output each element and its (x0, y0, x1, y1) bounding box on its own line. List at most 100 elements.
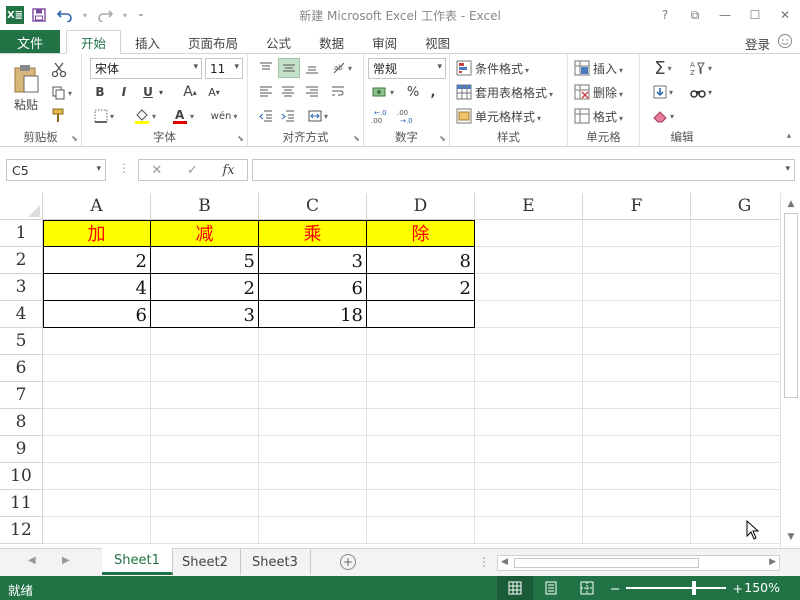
format-painter-button[interactable] (48, 106, 70, 126)
cell-b5[interactable] (151, 328, 259, 355)
cancel-entry-icon[interactable]: ✕ (151, 163, 162, 178)
normal-view-button[interactable] (497, 576, 533, 600)
shrink-font-button[interactable]: A ▾ (204, 82, 224, 102)
cell-e6[interactable] (475, 355, 583, 382)
decrease-decimal-button[interactable]: .00 →.0 (394, 106, 416, 126)
tab-view[interactable]: 视图 (411, 30, 464, 54)
cell-styles-button[interactable]: 单元格样式 (456, 106, 541, 126)
tab-formulas[interactable]: 公式 (252, 30, 305, 54)
sheet-tab-sheet1[interactable]: Sheet1 (102, 548, 173, 575)
align-left-button[interactable] (256, 82, 276, 102)
collapse-ribbon-icon[interactable] (774, 30, 796, 52)
cell-a12[interactable] (43, 517, 151, 544)
next-sheet-icon[interactable]: ▶ (62, 555, 70, 566)
column-header-g[interactable]: G (691, 193, 780, 220)
grow-font-button[interactable]: A ▴ (180, 82, 200, 102)
cell-a4[interactable]: 6 (43, 301, 151, 328)
cell-e12[interactable] (475, 517, 583, 544)
cell-c4[interactable]: 18 (259, 301, 367, 328)
cell-b7[interactable] (151, 382, 259, 409)
cell-a8[interactable] (43, 409, 151, 436)
cell-f3[interactable] (583, 274, 691, 301)
worksheet-grid[interactable]: A B C D E F G 1 加减乘除 2 2 5 3 8 3 4 2 6 2 4 6 3 18 5 6 7 8 9 10 11 12 (0, 193, 780, 548)
tab-file[interactable]: 文件 (0, 30, 60, 54)
cell-d11[interactable] (367, 490, 475, 517)
cell-a3[interactable]: 4 (43, 274, 151, 301)
cell-d1[interactable]: 除 (367, 220, 475, 247)
cell-c10[interactable] (259, 463, 367, 490)
cell-e8[interactable] (475, 409, 583, 436)
cell-e11[interactable] (475, 490, 583, 517)
column-header-d[interactable]: D (367, 193, 475, 220)
cell-a10[interactable] (43, 463, 151, 490)
row-header-11[interactable]: 11 (0, 490, 43, 517)
scroll-down-icon[interactable]: ▼ (784, 530, 798, 544)
cell-d2[interactable]: 8 (367, 247, 475, 274)
tab-data[interactable]: 数据 (305, 30, 358, 54)
cell-e3[interactable] (475, 274, 583, 301)
cell-g5[interactable] (691, 328, 780, 355)
wrap-text-button[interactable] (328, 82, 348, 102)
font-name-combo[interactable]: 宋体 ▾ (90, 58, 202, 79)
column-header-c[interactable]: C (259, 193, 367, 220)
cell-b9[interactable] (151, 436, 259, 463)
cell-c6[interactable] (259, 355, 367, 382)
row-header-6[interactable]: 6 (0, 355, 43, 382)
cell-d3[interactable]: 2 (367, 274, 475, 301)
accounting-format-button[interactable] (368, 82, 398, 102)
cell-e4[interactable] (475, 301, 583, 328)
format-cells-button[interactable]: 格式 (574, 106, 623, 126)
scroll-up-icon[interactable]: ▲ (784, 197, 798, 211)
cell-a5[interactable] (43, 328, 151, 355)
minimize-button[interactable]: — (710, 0, 740, 30)
bold-button[interactable]: B (90, 82, 110, 102)
cell-c2[interactable]: 3 (259, 247, 367, 274)
font-color-button[interactable]: A (168, 106, 198, 126)
increase-decimal-button[interactable]: ←.0.00 (368, 106, 390, 126)
column-header-e[interactable]: E (475, 193, 583, 220)
sign-in-link[interactable]: 登录 (745, 34, 770, 53)
close-button[interactable]: ✕ (770, 0, 800, 30)
cell-e7[interactable] (475, 382, 583, 409)
cell-f8[interactable] (583, 409, 691, 436)
percent-style-button[interactable]: % (404, 82, 422, 102)
row-header-5[interactable]: 5 (0, 328, 43, 355)
delete-cells-button[interactable]: 删除 (574, 82, 623, 102)
font-size-combo[interactable]: 11 ▾ (205, 58, 243, 79)
column-header-b[interactable]: B (151, 193, 259, 220)
align-center-button[interactable] (278, 82, 298, 102)
find-select-button[interactable] (686, 82, 716, 102)
top-align-button[interactable] (256, 58, 276, 78)
cell-b12[interactable] (151, 517, 259, 544)
clipboard-launcher-icon[interactable]: ⬊ (71, 134, 78, 143)
cell-d8[interactable] (367, 409, 475, 436)
cell-e2[interactable] (475, 247, 583, 274)
horizontal-scroll-thumb[interactable] (514, 558, 699, 568)
zoom-in-button[interactable]: + (732, 581, 742, 596)
cell-b1[interactable]: 减 (151, 220, 259, 247)
clear-button[interactable] (648, 106, 678, 126)
row-header-9[interactable]: 9 (0, 436, 43, 463)
cell-d6[interactable] (367, 355, 475, 382)
alignment-launcher-icon[interactable]: ⬊ (353, 134, 360, 143)
cell-c8[interactable] (259, 409, 367, 436)
underline-dropdown[interactable]: ▾ (156, 82, 166, 102)
tab-splitter[interactable]: ⋮ (478, 555, 490, 569)
page-layout-view-button[interactable] (533, 576, 569, 600)
conditional-formatting-button[interactable]: 条件格式 (456, 58, 529, 78)
cell-a11[interactable] (43, 490, 151, 517)
scroll-left-icon[interactable]: ◀ (501, 557, 508, 567)
row-header-4[interactable]: 4 (0, 301, 43, 328)
tab-review[interactable]: 审阅 (358, 30, 411, 54)
row-header-8[interactable]: 8 (0, 409, 43, 436)
cell-c3[interactable]: 6 (259, 274, 367, 301)
cell-a9[interactable] (43, 436, 151, 463)
cell-g7[interactable] (691, 382, 780, 409)
name-box[interactable]: C5 ▾ (6, 159, 106, 181)
merge-center-button[interactable] (304, 106, 332, 126)
copy-button[interactable] (48, 83, 76, 103)
zoom-slider-thumb[interactable] (692, 581, 697, 595)
cell-b4[interactable]: 3 (151, 301, 259, 328)
sort-filter-button[interactable]: AZ (686, 58, 716, 78)
underline-button[interactable]: U (138, 82, 158, 102)
